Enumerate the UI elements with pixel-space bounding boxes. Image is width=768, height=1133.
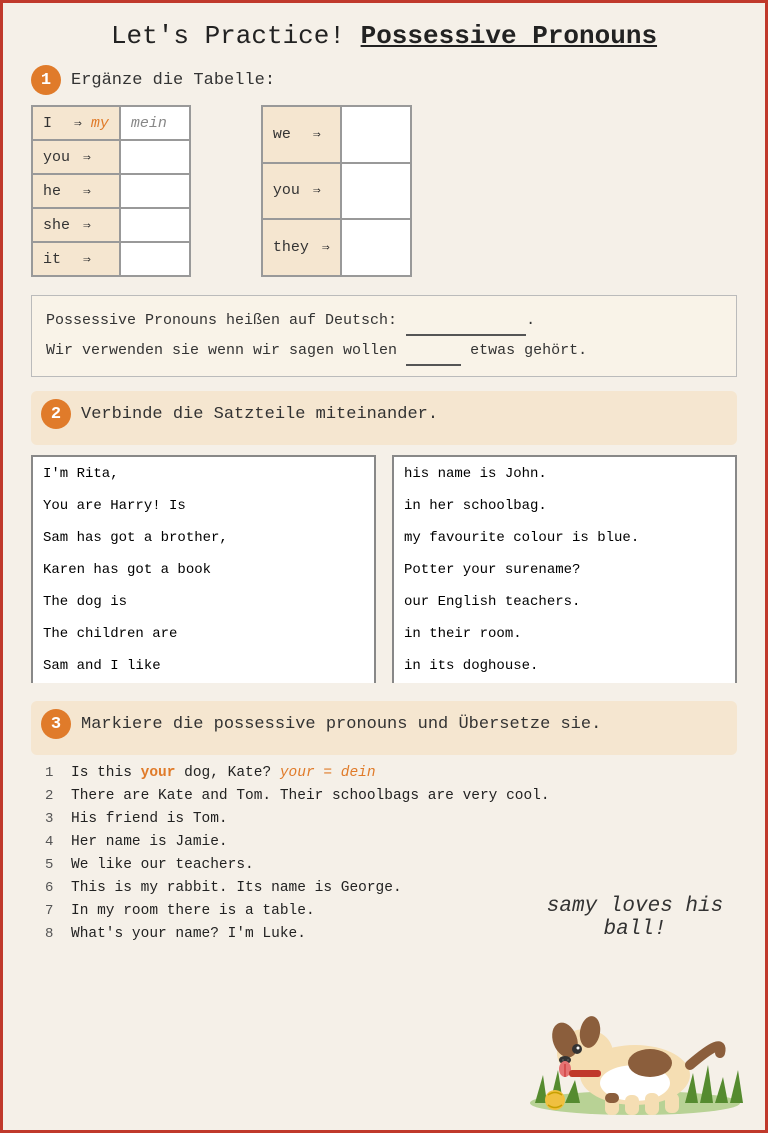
section3-instruction: Markiere die possessive pronouns und Übe… [81, 715, 601, 734]
pronoun-cell: you ⇒ [262, 163, 341, 220]
dog-illustration [525, 945, 745, 1115]
list-item: Potter your surename? [394, 553, 735, 587]
section1-number: 1 [31, 65, 61, 95]
list-item: our English teachers. [394, 585, 735, 619]
list-item: 2 There are Kate and Tom. Their schoolba… [45, 788, 737, 804]
title-highlight: Possessive Pronouns [361, 21, 657, 51]
list-item: my favourite colour is blue. [394, 521, 735, 555]
list-item: You are Harry! Is [33, 489, 374, 523]
answer-cell[interactable] [120, 140, 190, 174]
connect-tables: I'm Rita, You are Harry! Is Sam has got … [31, 455, 737, 683]
list-item: 3 His friend is Tom. [45, 811, 737, 827]
page-title: Let's Practice! Possessive Pronouns [31, 21, 737, 51]
section1-header: 1 Ergänze die Tabelle: [31, 65, 737, 95]
poss-line1: Possessive Pronouns heißen auf Deutsch: … [46, 306, 722, 336]
list-item: 1 Is this your dog, Kate? your = dein [45, 765, 737, 781]
dog-area: samy loves his ball! [515, 895, 755, 1120]
section2-number: 2 [41, 399, 71, 429]
section2: 2 Verbinde die Satzteile miteinander. I'… [31, 391, 737, 683]
table-row: she ⇒ [32, 208, 190, 242]
pronoun-cell: I ⇒ my [32, 106, 120, 140]
list-item: in their room. [394, 617, 735, 651]
pronoun-cell: they ⇒ [262, 219, 341, 276]
list-item: The dog is [33, 585, 374, 619]
pronoun-cell: he ⇒ [32, 174, 120, 208]
section3-number: 3 [41, 709, 71, 739]
list-item: in her schoolbag. [394, 489, 735, 523]
poss-line2: Wir verwenden sie wenn wir sagen wollen … [46, 336, 722, 366]
section1-instruction: Ergänze die Tabelle: [71, 71, 275, 90]
section2-header-bg: 2 Verbinde die Satzteile miteinander. [31, 391, 737, 445]
pronoun-cell: she ⇒ [32, 208, 120, 242]
table-row: you ⇒ [262, 163, 411, 220]
highlight-your: your [141, 765, 176, 781]
wem-blank[interactable] [406, 348, 461, 366]
list-item: his name is John. [394, 457, 735, 491]
section1: 1 Ergänze die Tabelle: I ⇒ my mein you ⇒… [31, 65, 737, 277]
pronoun-cell: it ⇒ [32, 242, 120, 276]
answer-cell[interactable]: mein [120, 106, 190, 140]
section3-header: 3 Markiere die possessive pronouns und Ü… [41, 709, 723, 739]
table-row: it ⇒ [32, 242, 190, 276]
poss-box: Possessive Pronouns heißen auf Deutsch: … [31, 295, 737, 377]
answer-hint: your = dein [280, 765, 376, 781]
list-item: Sam and I like [33, 649, 374, 683]
answer-cell[interactable] [120, 174, 190, 208]
answer-cell[interactable] [120, 208, 190, 242]
left-pronoun-table: I ⇒ my mein you ⇒ he ⇒ she ⇒ it ⇒ [31, 105, 191, 277]
list-item: 5 We like our teachers. [45, 857, 737, 873]
list-item: in its doghouse. [394, 649, 735, 683]
table-row: you ⇒ [32, 140, 190, 174]
answer-cell[interactable] [341, 163, 411, 220]
pronoun-cell: you ⇒ [32, 140, 120, 174]
table-row: I ⇒ my mein [32, 106, 190, 140]
table-row: they ⇒ [262, 219, 411, 276]
connect-left-col: I'm Rita, You are Harry! Is Sam has got … [31, 455, 376, 683]
list-item: Karen has got a book [33, 553, 374, 587]
table-row: we ⇒ [262, 106, 411, 163]
section2-header: 2 Verbinde die Satzteile miteinander. [41, 399, 723, 429]
table-row: he ⇒ [32, 174, 190, 208]
section2-instruction: Verbinde die Satzteile miteinander. [81, 405, 438, 424]
section3-header-bg: 3 Markiere die possessive pronouns und Ü… [31, 701, 737, 755]
list-item: Sam has got a brother, [33, 521, 374, 555]
list-item: I'm Rita, [33, 457, 374, 491]
connect-right-col: his name is John. in her schoolbag. my f… [392, 455, 737, 683]
answer-cell[interactable] [341, 219, 411, 276]
german-blank[interactable] [406, 318, 526, 336]
list-item: The children are [33, 617, 374, 651]
dog-caption: samy loves his ball! [515, 895, 755, 941]
answer-cell[interactable] [120, 242, 190, 276]
right-pronoun-table: we ⇒ you ⇒ they ⇒ [261, 105, 412, 277]
list-item: 4 Her name is Jamie. [45, 834, 737, 850]
list-item: 6 This is my rabbit. Its name is George. [45, 880, 737, 896]
pronoun-tables: I ⇒ my mein you ⇒ he ⇒ she ⇒ it ⇒ [31, 105, 737, 277]
title-regular: Let's Practice! [111, 21, 361, 51]
pronoun-cell: we ⇒ [262, 106, 341, 163]
answer-cell[interactable] [341, 106, 411, 163]
